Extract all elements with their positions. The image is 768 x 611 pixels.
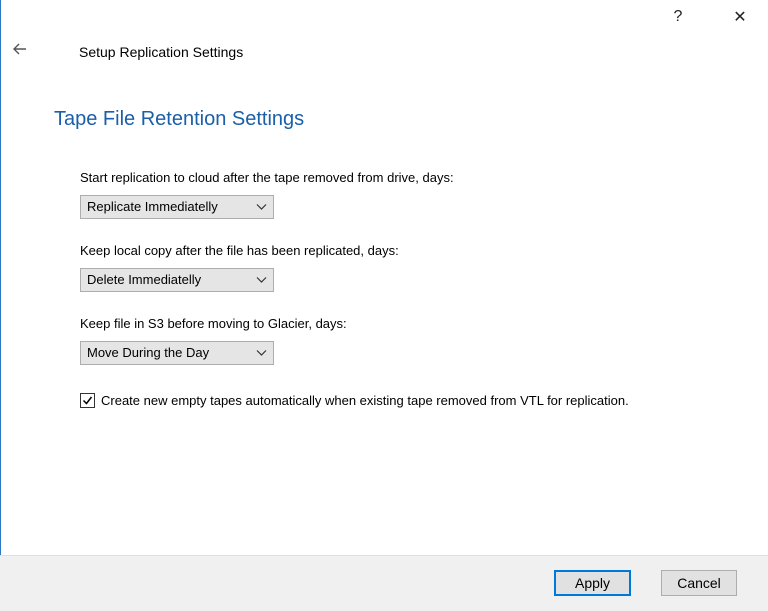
replication-start-select[interactable]: Replicate Immediatelly bbox=[80, 195, 274, 219]
auto-create-tapes-label: Create new empty tapes automatically whe… bbox=[101, 393, 629, 408]
chevron-down-icon bbox=[256, 204, 267, 210]
close-button[interactable]: ✕ bbox=[722, 2, 758, 32]
auto-create-tapes-checkbox[interactable] bbox=[80, 393, 95, 408]
apply-button[interactable]: Apply bbox=[554, 570, 631, 596]
back-arrow-icon[interactable] bbox=[10, 38, 32, 60]
chevron-down-icon bbox=[256, 350, 267, 356]
help-button[interactable]: ? bbox=[660, 2, 696, 32]
local-copy-select[interactable]: Delete Immediatelly bbox=[80, 268, 274, 292]
auto-create-tapes-row[interactable]: Create new empty tapes automatically whe… bbox=[80, 393, 629, 408]
footer-bar bbox=[0, 555, 768, 611]
section-heading: Tape File Retention Settings bbox=[54, 108, 305, 130]
replication-start-value: Replicate Immediatelly bbox=[87, 199, 218, 214]
checkmark-icon bbox=[82, 396, 93, 405]
window-left-border bbox=[0, 0, 1, 610]
s3-retention-select[interactable]: Move During the Day bbox=[80, 341, 274, 365]
replication-start-label: Start replication to cloud after the tap… bbox=[80, 170, 454, 185]
page-title: Setup Replication Settings bbox=[79, 44, 244, 60]
s3-retention-value: Move During the Day bbox=[87, 345, 210, 360]
s3-retention-label: Keep file in S3 before moving to Glacier… bbox=[80, 316, 347, 331]
local-copy-label: Keep local copy after the file has been … bbox=[80, 243, 399, 258]
chevron-down-icon bbox=[256, 277, 267, 283]
local-copy-value: Delete Immediatelly bbox=[87, 272, 202, 287]
cancel-button[interactable]: Cancel bbox=[661, 570, 737, 596]
